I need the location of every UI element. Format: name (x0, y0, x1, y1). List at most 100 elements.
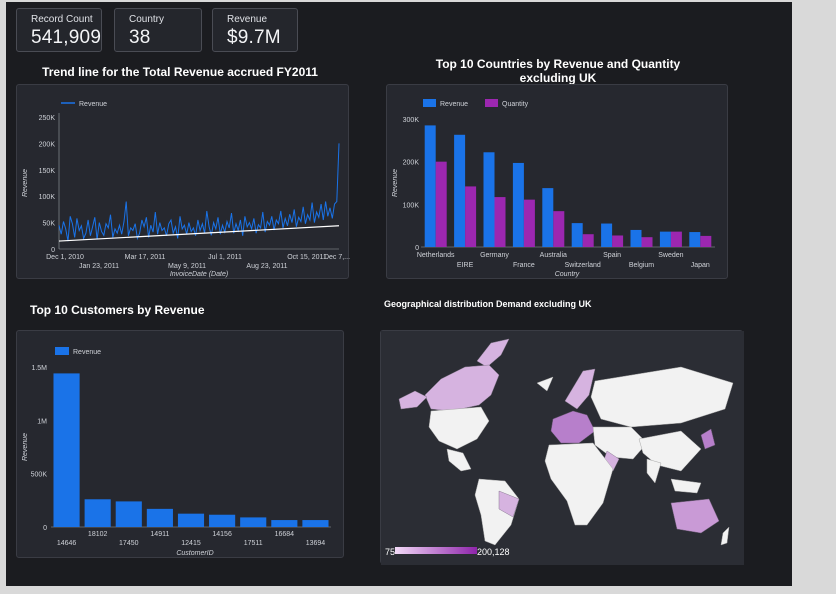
y-axis-title: Revenue (22, 433, 29, 461)
y-tick-label: 0 (43, 525, 47, 532)
legend-swatch-revenue (423, 99, 436, 107)
bar-revenue-sweden (659, 231, 671, 247)
y-tick-label: 0 (415, 245, 419, 252)
x-tick-label: Germany (480, 252, 509, 259)
x-tick-label: 12415 (181, 540, 201, 547)
kpi-label: Record Count (31, 14, 93, 25)
legend-label-revenue: Revenue (440, 101, 468, 108)
x-tick-label: 14156 (212, 531, 232, 538)
bar-quantity-japan (700, 235, 712, 247)
y-axis-title: Revenue (392, 169, 399, 197)
bar-customer-14156 (209, 514, 236, 527)
legend-label-quantity: Quantity (502, 101, 529, 108)
countries-bar-chart[interactable]: 0 100K 200K 300K Revenue Revenue Quantity Nethe… (387, 85, 729, 280)
x-tick-label: Japan (691, 262, 710, 269)
bar-revenue-france (512, 162, 524, 247)
x-tick-label: Belgium (629, 262, 654, 269)
x-axis-title: Country (555, 271, 580, 278)
x-tick-label: 13694 (306, 540, 326, 547)
y-tick-label: 150K (39, 168, 56, 175)
bar-revenue-switzerland (571, 223, 583, 247)
y-tick-label: 500K (31, 472, 48, 479)
countries-chart-title: Top 10 Countries by Revenue and Quantity… (435, 57, 681, 85)
x-tick-label: 14646 (57, 540, 77, 547)
bar-quantity-belgium (641, 237, 653, 247)
x-tick-label: Netherlands (417, 252, 455, 259)
revenue-series-line (58, 143, 340, 242)
trend-chart-title: Trend line for the Total Revenue accrued… (42, 65, 318, 79)
y-tick-label: 0 (51, 247, 55, 254)
y-tick-label: 1.5M (31, 365, 47, 372)
y-tick-label: 300K (403, 117, 420, 124)
bar-quantity-france (523, 199, 535, 247)
kpi-value: 38 (129, 27, 151, 48)
bar-revenue-netherlands (424, 125, 436, 247)
map-legend-gradient (395, 547, 477, 554)
kpi-record-count[interactable]: Record Count 541,909 (16, 8, 102, 52)
y-axis-title: Revenue (22, 169, 29, 197)
y-tick-label: 200K (403, 160, 420, 167)
x-tick-label: Dec 7,... (324, 254, 350, 261)
kpi-value: 541,909 (31, 27, 102, 48)
kpi-revenue[interactable]: Revenue $9.7M (212, 8, 298, 52)
world-map[interactable]: 75 200,128 (381, 331, 744, 565)
x-tick-label: Jul 1, 2011 (208, 254, 242, 261)
kpi-country[interactable]: Country 38 (114, 8, 202, 52)
map-legend-max: 200,128 (477, 547, 510, 557)
customers-bar-chart[interactable]: 0 500K 1M 1.5M Revenue Revenue 14646 18102 17450… (17, 331, 345, 559)
x-tick-label: Aug 23, 2011 (246, 263, 287, 270)
x-tick-label: Switzerland (565, 262, 601, 269)
bar-customer-14646 (53, 373, 80, 527)
y-tick-label: 50K (43, 221, 56, 228)
customers-chart-panel[interactable]: 0 500K 1M 1.5M Revenue Revenue 14646 18102 17450… (16, 330, 344, 558)
x-tick-label: EIRE (457, 262, 474, 269)
x-tick-label: France (513, 262, 535, 269)
geo-map-panel[interactable]: 75 200,128 (380, 330, 744, 565)
customers-chart-title: Top 10 Customers by Revenue (30, 303, 205, 317)
bar-customer-18102 (84, 499, 111, 527)
bar-customer-17511 (240, 517, 267, 527)
x-axis-title: CustomerID (176, 550, 213, 557)
trend-chart-panel[interactable]: 0 50K 100K 150K 200K 250K Revenue Revenue Dec 1,… (16, 84, 350, 280)
y-tick-label: 200K (39, 141, 56, 148)
map-title: Geographical distribution Demand excludi… (384, 299, 592, 309)
kpi-label: Country (129, 14, 165, 25)
bar-revenue-belgium (630, 229, 642, 247)
bar-quantity-australia (553, 211, 565, 247)
y-tick-label: 100K (403, 202, 420, 209)
bar-quantity-spain (612, 235, 624, 247)
x-tick-label: Sweden (658, 252, 683, 259)
y-tick-label: 1M (37, 418, 47, 425)
x-tick-label: May 9, 2011 (168, 263, 206, 270)
bar-revenue-germany (483, 152, 495, 247)
bar-quantity-germany (494, 197, 506, 247)
x-tick-label: 17450 (119, 540, 139, 547)
dashboard-canvas: Record Count 541,909 Country 38 Revenue … (6, 2, 792, 586)
x-tick-label: Dec 1, 2010 (46, 254, 84, 261)
x-tick-label: 18102 (88, 531, 108, 538)
map-legend-min: 75 (385, 547, 395, 557)
y-tick-label: 100K (39, 194, 56, 201)
x-tick-label: Mar 17, 2011 (125, 254, 166, 261)
legend-label-revenue: Revenue (73, 349, 101, 356)
x-tick-label: Jan 23, 2011 (79, 263, 119, 270)
bar-revenue-japan (689, 232, 701, 247)
bar-quantity-switzerland (582, 234, 594, 247)
bar-quantity-eire (465, 186, 477, 247)
y-tick-label: 250K (39, 115, 56, 122)
x-tick-label: Australia (540, 252, 567, 259)
legend-label-revenue: Revenue (79, 101, 107, 108)
x-tick-label: 16684 (275, 531, 295, 538)
countries-chart-panel[interactable]: 0 100K 200K 300K Revenue Revenue Quantity Nethe… (386, 84, 728, 279)
x-tick-label: Spain (603, 252, 621, 259)
bar-customer-14911 (146, 508, 173, 527)
trend-line-chart[interactable]: 0 50K 100K 150K 200K 250K Revenue Revenue Dec 1,… (17, 85, 350, 280)
kpi-value: $9.7M (227, 27, 281, 48)
bar-customer-13694 (302, 520, 329, 527)
bar-customer-17450 (115, 501, 142, 527)
bar-customer-16684 (271, 520, 298, 527)
x-tick-label: 17511 (244, 540, 263, 547)
legend-swatch-quantity (485, 99, 498, 107)
legend-swatch-revenue (55, 347, 69, 355)
x-axis-title: InvoiceDate (Date) (170, 271, 228, 278)
